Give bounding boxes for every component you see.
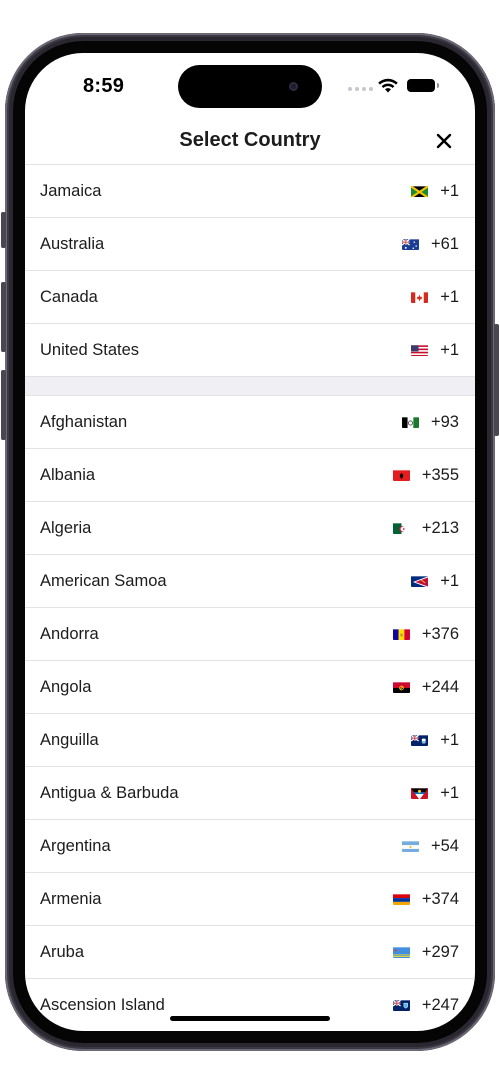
country-name: Aruba xyxy=(40,942,85,961)
country-name: Ascension Island xyxy=(40,995,165,1014)
armenia-flag-icon xyxy=(392,893,410,905)
side-button xyxy=(494,324,499,436)
country-row[interactable]: Antigua & Barbuda +1 xyxy=(25,767,475,820)
american-samoa-flag-icon xyxy=(411,575,429,587)
camera-icon xyxy=(289,82,298,91)
dial-code: +1 xyxy=(440,340,459,359)
ascension-island-flag-icon xyxy=(392,999,410,1011)
country-row[interactable]: Angola +244 xyxy=(25,661,475,714)
nav-bar: Select Country xyxy=(25,117,475,165)
dial-code: +355 xyxy=(421,465,459,484)
united-states-flag-icon xyxy=(411,344,429,356)
close-icon xyxy=(436,133,452,149)
albania-flag-icon xyxy=(392,469,410,481)
country-row[interactable]: Australia +61 xyxy=(25,218,475,271)
country-name: Antigua & Barbuda xyxy=(40,783,179,802)
signal-dots-icon xyxy=(348,87,373,91)
algeria-flag-icon xyxy=(392,522,410,534)
country-row[interactable]: Algeria +213 xyxy=(25,502,475,555)
action-button xyxy=(1,212,6,248)
dial-code: +1 xyxy=(440,730,459,749)
dial-code: +1 xyxy=(440,287,459,306)
country-row[interactable]: Afghanistan +93 xyxy=(25,396,475,449)
country-row[interactable]: Armenia +374 xyxy=(25,873,475,926)
screen: 8:59 Select Country Jamaica +1 Australia +6… xyxy=(25,53,475,1031)
country-name: Andorra xyxy=(40,624,99,643)
dial-code: +374 xyxy=(421,889,459,908)
country-row[interactable]: Albania +355 xyxy=(25,449,475,502)
country-row[interactable]: Argentina +54 xyxy=(25,820,475,873)
volume-up-button xyxy=(1,282,6,352)
battery-icon xyxy=(407,79,439,92)
dial-code: +244 xyxy=(421,677,459,696)
country-row[interactable]: Canada +1 xyxy=(25,271,475,324)
country-row[interactable]: Andorra +376 xyxy=(25,608,475,661)
dial-code: +61 xyxy=(431,234,459,253)
wifi-icon xyxy=(378,78,398,93)
country-name: Argentina xyxy=(40,836,111,855)
close-button[interactable] xyxy=(431,128,457,154)
dial-code: +213 xyxy=(421,518,459,537)
dial-code: +1 xyxy=(440,571,459,590)
aruba-flag-icon xyxy=(392,946,410,958)
canada-flag-icon xyxy=(411,291,429,303)
section-divider xyxy=(25,377,475,396)
volume-down-button xyxy=(1,370,6,440)
country-name: Australia xyxy=(40,234,105,253)
australia-flag-icon xyxy=(402,238,419,250)
dial-code: +1 xyxy=(440,783,459,802)
dial-code: +247 xyxy=(421,995,459,1014)
dial-code: +376 xyxy=(421,624,459,643)
dial-code: +297 xyxy=(421,942,459,961)
country-row[interactable]: Jamaica +1 xyxy=(25,165,475,218)
country-row[interactable]: Anguilla +1 xyxy=(25,714,475,767)
country-name: Afghanistan xyxy=(40,412,128,431)
angola-flag-icon xyxy=(392,681,410,693)
dial-code: +54 xyxy=(431,836,459,855)
jamaica-flag-icon xyxy=(411,185,429,197)
home-indicator[interactable] xyxy=(170,1016,330,1021)
country-name: American Samoa xyxy=(40,571,167,590)
country-name: Algeria xyxy=(40,518,92,537)
country-name: Armenia xyxy=(40,889,102,908)
anguilla-flag-icon xyxy=(411,734,429,746)
dial-code: +93 xyxy=(431,412,459,431)
country-name: Albania xyxy=(40,465,96,484)
afghanistan-flag-icon xyxy=(402,416,419,428)
country-name: Anguilla xyxy=(40,730,99,749)
countries-section: Afghanistan +93 Albania +355 Algeria +213 Amer… xyxy=(25,396,475,1031)
country-row[interactable]: Ascension Island +247 xyxy=(25,979,475,1031)
country-row[interactable]: Aruba +297 xyxy=(25,926,475,979)
dynamic-island xyxy=(178,65,322,108)
andorra-flag-icon xyxy=(392,628,410,640)
favorites-section: Jamaica +1 Australia +61 Canada +1 United Stat… xyxy=(25,165,475,377)
dial-code: +1 xyxy=(440,181,459,200)
country-name: Canada xyxy=(40,287,98,306)
country-row[interactable]: American Samoa +1 xyxy=(25,555,475,608)
page-title: Select Country xyxy=(179,129,321,151)
argentina-flag-icon xyxy=(402,840,419,852)
country-row[interactable]: United States +1 xyxy=(25,324,475,377)
country-list: Jamaica +1 Australia +61 Canada +1 United Stat… xyxy=(25,165,475,1031)
antigua-barbuda-flag-icon xyxy=(411,787,429,799)
status-time: 8:59 xyxy=(83,75,125,97)
country-name: Angola xyxy=(40,677,92,696)
status-bar: 8:59 xyxy=(25,53,475,117)
country-name: United States xyxy=(40,340,140,359)
country-name: Jamaica xyxy=(40,181,102,200)
